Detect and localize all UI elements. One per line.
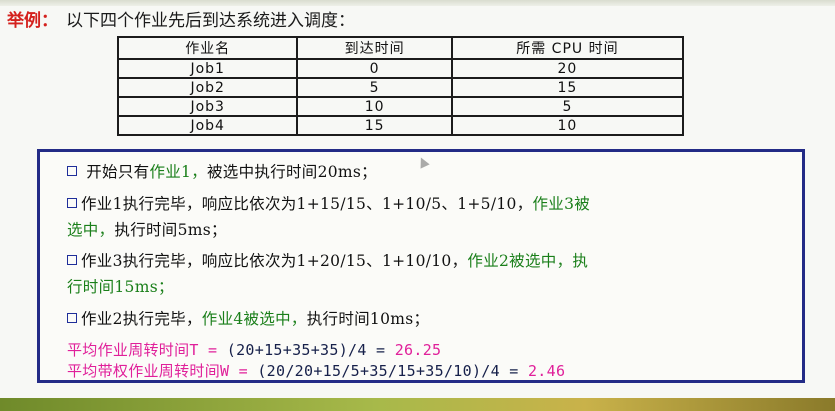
step-text: 被选中执行时间20ms； [207, 163, 377, 181]
square-bullet-icon [67, 166, 77, 176]
summary-formula: (20+15+35+35)/4 = [226, 341, 386, 359]
table-cell: Job1 [116, 58, 299, 79]
step-text: 执行时间10ms； [306, 310, 430, 328]
table-cell: 15 [450, 77, 685, 98]
step-highlight: 选中， [67, 221, 115, 239]
summary-label: 平均带权作业周转时间W = [67, 362, 248, 380]
job-table: 作业名 到达时间 所需 CPU 时间 Job1 0 20 Job2 5 15 J… [116, 36, 685, 136]
step-3-line-2: 行时间15ms； [67, 275, 174, 297]
table-row: Job3 10 5 [116, 96, 685, 117]
table-row: Job2 5 15 [116, 77, 685, 98]
table-cell: 10 [450, 115, 685, 136]
table-header-row: 作业名 到达时间 所需 CPU 时间 [116, 36, 685, 60]
step-text: 作业2执行完毕， [81, 310, 202, 328]
step-highlight: 作业4被选中， [201, 310, 307, 328]
table-cell: 10 [296, 96, 453, 117]
step-2-line-2: 选中，执行时间5ms； [67, 218, 227, 240]
table-cell: Job3 [116, 96, 299, 117]
step-highlight: 作业3被 [532, 195, 591, 213]
step-highlight: 作业1， [149, 163, 207, 181]
summary-formula: (20/20+15/5+35/15+35/10)/4 = [257, 362, 519, 380]
column-header: 所需 CPU 时间 [450, 36, 685, 60]
step-text: 作业3执行完毕，响应比依次为1+20/15、1+10/10， [81, 252, 468, 270]
step-3-line-1: 作业3执行完毕，响应比依次为1+20/15、1+10/10，作业2被选中，执 [67, 249, 588, 271]
step-4: 作业2执行完毕，作业4被选中，执行时间10ms； [67, 307, 429, 329]
example-heading: 举例： 以下四个作业先后到达系统进入调度： [7, 6, 355, 31]
step-text: 开始只有 [86, 163, 150, 181]
table-cell: Job4 [116, 115, 299, 136]
bottom-bar [0, 398, 835, 411]
column-header: 作业名 [116, 36, 299, 60]
table-cell: Job2 [116, 77, 299, 98]
table-row: Job4 15 10 [116, 115, 685, 136]
square-bullet-icon [67, 313, 77, 323]
step-text: 执行时间5ms； [114, 221, 227, 239]
step-2-line-1: 作业1执行完毕，响应比依次为1+15/15、1+10/5、1+5/10，作业3被 [67, 192, 590, 214]
table-cell: 5 [296, 77, 453, 98]
column-header: 到达时间 [296, 36, 453, 60]
summary-label: 平均作业周转时间T = [67, 341, 218, 359]
step-highlight: 作业2被选中，执 [467, 252, 589, 270]
example-label: 举例： [7, 11, 58, 31]
avg-weighted-turnaround: 平均带权作业周转时间W = (20/20+15/5+35/15+35/10)/4… [67, 360, 565, 381]
avg-turnaround: 平均作业周转时间T = (20+15+35+35)/4 = 26.25 [67, 339, 441, 360]
square-bullet-icon [67, 198, 77, 208]
table-cell: 5 [450, 96, 685, 117]
step-text: 作业1执行完毕，响应比依次为1+15/15、1+10/5、1+5/10， [81, 195, 533, 213]
table-cell: 20 [450, 58, 685, 79]
square-bullet-icon [67, 255, 77, 265]
step-1: 开始只有作业1，被选中执行时间20ms； [67, 160, 377, 182]
summary-value: 26.25 [394, 341, 442, 359]
table-row: Job1 0 20 [116, 58, 685, 79]
summary-value: 2.46 [527, 362, 566, 380]
step-highlight: 行时间15ms； [67, 278, 174, 296]
table-cell: 15 [296, 115, 453, 136]
example-intro: 以下四个作业先后到达系统进入调度： [66, 11, 355, 31]
table-cell: 0 [296, 58, 453, 79]
